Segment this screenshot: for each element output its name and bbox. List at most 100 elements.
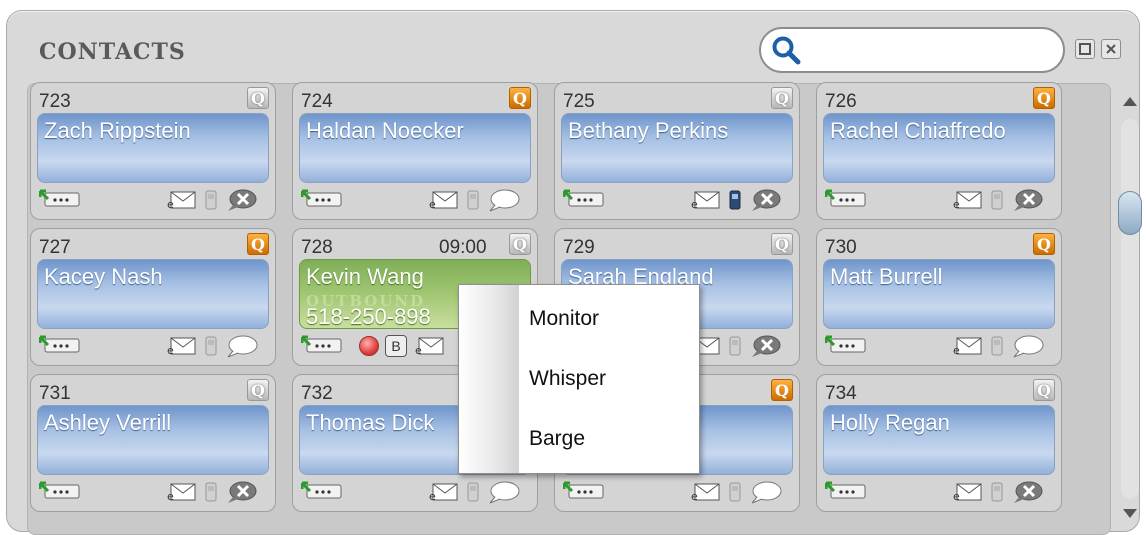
mobile-active-icon[interactable] — [729, 189, 741, 211]
queue-icon[interactable]: Q — [1033, 87, 1055, 109]
close-button[interactable] — [1101, 39, 1121, 59]
search-input[interactable] — [807, 35, 1051, 67]
chat-unavailable-icon[interactable] — [225, 189, 259, 213]
search-icon[interactable] — [771, 35, 801, 65]
queue-icon[interactable]: Q — [247, 233, 269, 255]
email-icon[interactable]: e — [429, 189, 459, 211]
email-icon[interactable]: e — [429, 481, 459, 503]
contact-card[interactable]: 730 Q Matt Burrell e — [816, 228, 1062, 366]
chat-icon[interactable] — [487, 481, 521, 505]
queue-icon[interactable]: Q — [247, 379, 269, 401]
contact-actions: e — [299, 481, 531, 507]
mobile-icon[interactable] — [205, 189, 217, 211]
email-icon[interactable]: e — [953, 335, 983, 357]
mobile-icon[interactable] — [467, 189, 479, 211]
chat-unavailable-icon[interactable] — [1011, 481, 1045, 505]
mobile-icon[interactable] — [991, 335, 1003, 357]
email-icon[interactable]: e — [953, 189, 983, 211]
contact-card[interactable]: 724 Q Haldan Noecker e — [292, 82, 538, 220]
barge-button[interactable]: B — [385, 335, 407, 357]
dial-icon[interactable] — [562, 481, 605, 501]
email-icon[interactable]: e — [167, 335, 197, 357]
extension-number: 726 — [825, 91, 857, 112]
chat-unavailable-icon[interactable] — [1011, 189, 1045, 213]
maximize-icon — [1079, 43, 1091, 55]
search-box[interactable] — [759, 27, 1065, 73]
contact-name: Matt Burrell — [830, 264, 943, 289]
chat-unavailable-icon[interactable] — [225, 481, 259, 505]
maximize-button[interactable] — [1075, 39, 1095, 59]
contact-name-box[interactable]: Ashley Verrill — [37, 405, 269, 475]
chat-icon[interactable] — [225, 335, 259, 359]
contact-name: Ashley Verrill — [44, 410, 172, 435]
email-icon[interactable]: e — [415, 335, 445, 357]
vertical-scrollbar[interactable] — [1115, 89, 1145, 529]
dial-icon[interactable] — [300, 189, 343, 209]
dial-icon[interactable] — [300, 481, 343, 501]
scroll-thumb[interactable] — [1118, 191, 1142, 235]
contact-card[interactable]: 725 Q Bethany Perkins e — [554, 82, 800, 220]
menu-item-whisper[interactable]: Whisper — [529, 367, 606, 391]
contact-card[interactable]: 726 Q Rachel Chiaffredo e — [816, 82, 1062, 220]
queue-icon[interactable]: Q — [509, 87, 531, 109]
contact-actions: e — [37, 335, 269, 361]
chat-unavailable-icon[interactable] — [749, 189, 783, 213]
mobile-icon[interactable] — [205, 481, 217, 503]
chat-unavailable-icon[interactable] — [749, 335, 783, 359]
contact-card[interactable]: 727 Q Kacey Nash e — [30, 228, 276, 366]
dial-icon[interactable] — [300, 335, 343, 355]
dial-icon[interactable] — [38, 335, 81, 355]
dial-icon[interactable] — [824, 481, 867, 501]
chat-icon[interactable] — [749, 481, 783, 505]
dial-icon[interactable] — [38, 189, 81, 209]
dial-icon[interactable] — [824, 189, 867, 209]
dial-icon[interactable] — [562, 189, 605, 209]
queue-icon[interactable]: Q — [1033, 379, 1055, 401]
contact-name-box[interactable]: Holly Regan — [823, 405, 1055, 475]
svg-text:e: e — [691, 198, 698, 211]
dial-icon[interactable] — [38, 481, 81, 501]
contact-name-box[interactable]: Matt Burrell — [823, 259, 1055, 329]
contact-name-box[interactable]: Zach Rippstein — [37, 113, 269, 183]
chat-icon[interactable] — [487, 189, 521, 213]
scroll-track[interactable] — [1121, 119, 1139, 499]
queue-icon[interactable]: Q — [247, 87, 269, 109]
contact-name-box[interactable]: Haldan Noecker — [299, 113, 531, 183]
mobile-icon[interactable] — [205, 335, 217, 357]
chat-icon[interactable] — [1011, 335, 1045, 359]
extension-number: 729 — [563, 237, 595, 258]
contact-actions: e — [299, 189, 531, 215]
scroll-up-icon[interactable] — [1123, 97, 1137, 106]
menu-item-monitor[interactable]: Monitor — [529, 307, 599, 331]
record-button[interactable] — [359, 336, 379, 356]
email-icon[interactable]: e — [691, 481, 721, 503]
queue-icon[interactable]: Q — [771, 379, 793, 401]
contact-card[interactable]: 734 Q Holly Regan e — [816, 374, 1062, 512]
email-icon[interactable]: e — [167, 481, 197, 503]
contact-name: Thomas Dick — [306, 410, 435, 435]
mobile-icon[interactable] — [729, 481, 741, 503]
queue-icon[interactable]: Q — [771, 87, 793, 109]
dial-icon[interactable] — [824, 335, 867, 355]
email-icon[interactable]: e — [167, 189, 197, 211]
menu-item-barge[interactable]: Barge — [529, 427, 585, 451]
contact-name: Holly Regan — [830, 410, 950, 435]
svg-text:e: e — [953, 344, 960, 357]
contact-name-box[interactable]: Kacey Nash — [37, 259, 269, 329]
contact-name-box[interactable]: Rachel Chiaffredo — [823, 113, 1055, 183]
queue-icon[interactable]: Q — [509, 233, 531, 255]
email-icon[interactable]: e — [953, 481, 983, 503]
email-icon[interactable]: e — [691, 189, 721, 211]
queue-icon[interactable]: Q — [771, 233, 793, 255]
queue-icon[interactable]: Q — [1033, 233, 1055, 255]
mobile-icon[interactable] — [729, 335, 741, 357]
mobile-icon[interactable] — [467, 481, 479, 503]
mobile-icon[interactable] — [991, 189, 1003, 211]
extension-number: 730 — [825, 237, 857, 258]
scroll-down-icon[interactable] — [1123, 509, 1137, 518]
contact-name-box[interactable]: Bethany Perkins — [561, 113, 793, 183]
contact-actions: e — [823, 481, 1055, 507]
contact-card[interactable]: 723 Q Zach Rippstein e — [30, 82, 276, 220]
contact-card[interactable]: 731 Q Ashley Verrill e — [30, 374, 276, 512]
mobile-icon[interactable] — [991, 481, 1003, 503]
